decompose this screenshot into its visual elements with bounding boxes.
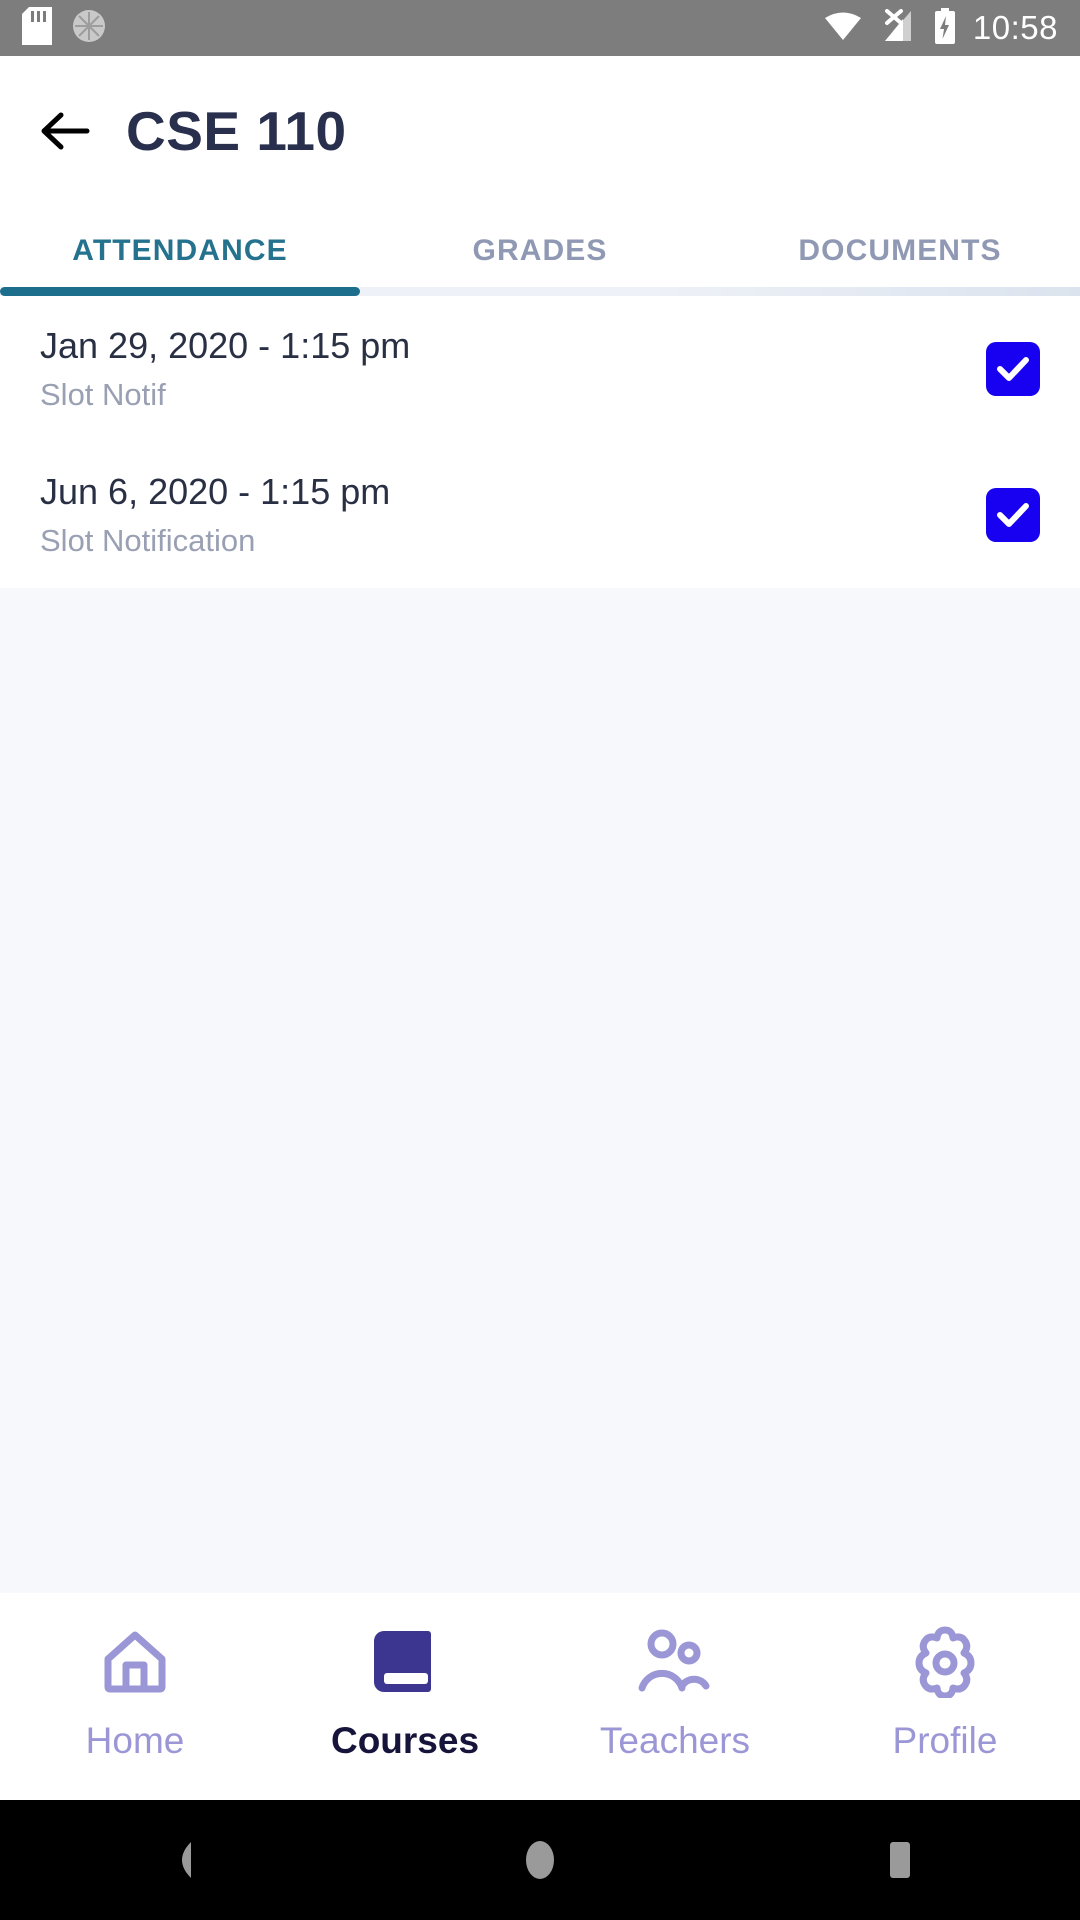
- bottom-navigation: Home Courses Teachers Profile: [0, 1593, 1080, 1800]
- status-bar-right-icons: 10:58: [823, 7, 1058, 49]
- triangle-back-icon: [182, 1842, 191, 1878]
- attendance-row-subtitle: Slot Notification: [40, 523, 256, 558]
- check-icon: [997, 357, 1029, 381]
- tab-grades[interactable]: GRADES: [360, 206, 720, 296]
- sync-spinner-icon: [70, 7, 108, 50]
- attendance-row-text: Jan 29, 2020 - 1:15 pm Slot Notif: [40, 325, 410, 413]
- wifi-icon: [823, 10, 863, 47]
- attendance-checkbox[interactable]: [986, 488, 1040, 542]
- status-bar-left-icons: [22, 6, 108, 50]
- page-title: CSE 110: [126, 100, 347, 162]
- home-icon: [100, 1626, 170, 1698]
- circle-home-icon: [526, 1841, 554, 1879]
- attendance-checkbox[interactable]: [986, 342, 1040, 396]
- nav-item-courses[interactable]: Courses: [270, 1626, 540, 1762]
- people-icon: [637, 1626, 713, 1698]
- attendance-row-title: Jan 29, 2020 - 1:15 pm: [40, 325, 411, 366]
- nav-item-teachers[interactable]: Teachers: [540, 1626, 810, 1762]
- check-icon: [997, 503, 1029, 527]
- app-bar: CSE 110: [0, 56, 1080, 206]
- tab-documents[interactable]: DOCUMENTS: [720, 206, 1080, 296]
- attendance-row-check-wrap: [986, 488, 1040, 542]
- signal-no-sim-icon: [879, 8, 917, 48]
- attendance-row-check-wrap: [986, 342, 1040, 396]
- status-bar-clock: 10:58: [972, 9, 1058, 46]
- nav-label-courses: Courses: [330, 1719, 480, 1761]
- nav-label-teachers: Teachers: [599, 1719, 751, 1761]
- android-navigation-bar: [0, 1800, 1080, 1920]
- nav-label-profile: Profile: [892, 1719, 998, 1761]
- back-arrow-icon[interactable]: [38, 104, 92, 158]
- phone-screen: 10:58 CSE 110 ATTENDANCE GRADES DOCUMENT…: [0, 0, 1080, 1920]
- square-recents-icon: [890, 1842, 910, 1878]
- content-empty-area: [0, 588, 1080, 1593]
- attendance-list: Jan 29, 2020 - 1:15 pm Slot Notif Jun 6,…: [0, 296, 1080, 588]
- battery-charging-icon: [933, 7, 957, 49]
- nav-label-home: Home: [85, 1719, 185, 1761]
- status-bar: 10:58: [0, 0, 1080, 56]
- attendance-row[interactable]: Jan 29, 2020 - 1:15 pm Slot Notif: [0, 296, 1080, 442]
- attendance-row-subtitle: Slot Notif: [40, 377, 166, 412]
- tab-bar: ATTENDANCE GRADES DOCUMENTS: [0, 206, 1080, 296]
- android-back-button[interactable]: [0, 1839, 360, 1881]
- gear-icon: [909, 1626, 981, 1698]
- sd-card-icon: [22, 6, 52, 50]
- nav-item-home[interactable]: Home: [0, 1626, 270, 1762]
- attendance-row[interactable]: Jun 6, 2020 - 1:15 pm Slot Notification: [0, 442, 1080, 588]
- android-recents-button[interactable]: [720, 1839, 1080, 1881]
- nav-item-profile[interactable]: Profile: [810, 1626, 1080, 1762]
- book-icon: [372, 1626, 438, 1698]
- android-home-button[interactable]: [360, 1836, 720, 1884]
- tab-active-indicator: [0, 287, 360, 296]
- tab-attendance[interactable]: ATTENDANCE: [0, 206, 360, 296]
- attendance-row-title: Jun 6, 2020 - 1:15 pm: [40, 471, 391, 512]
- attendance-row-text: Jun 6, 2020 - 1:15 pm Slot Notification: [40, 471, 390, 559]
